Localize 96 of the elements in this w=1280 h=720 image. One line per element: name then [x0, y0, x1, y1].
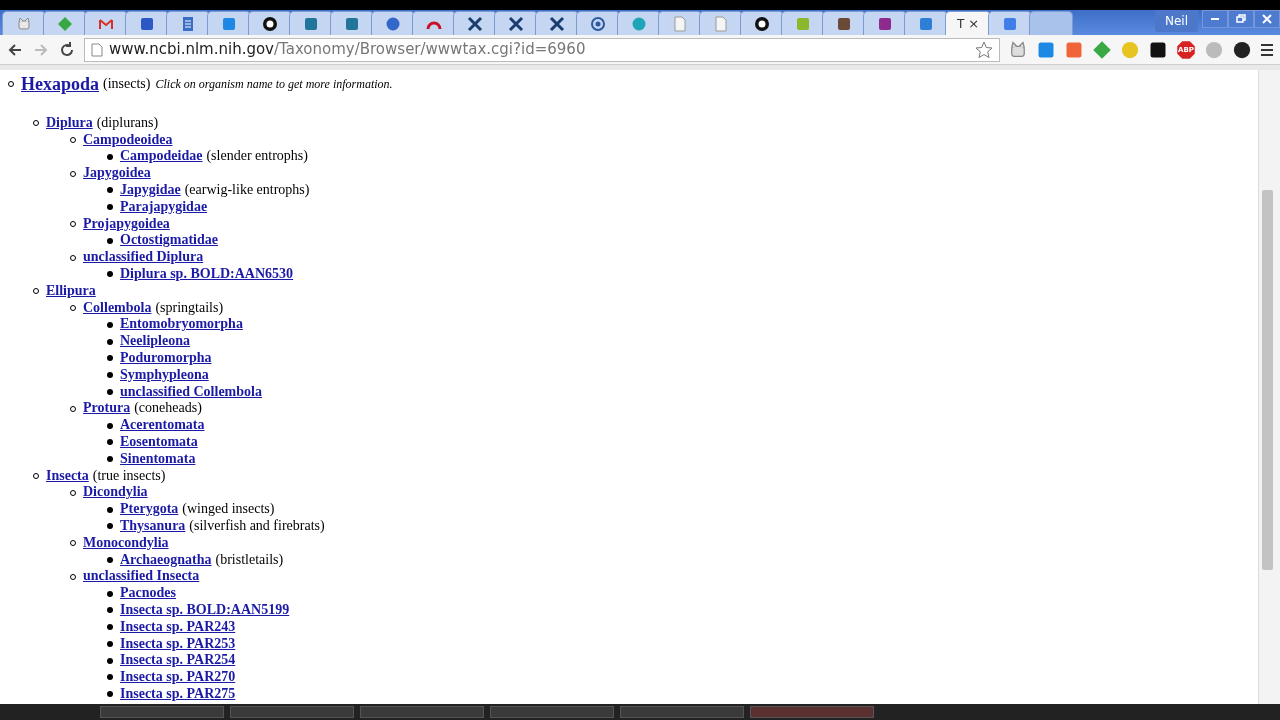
taxon-link[interactable]: Thysanura	[120, 517, 186, 535]
common-name: (true insects)	[92, 467, 166, 485]
instruction-text: Click on organism name to get more information.	[155, 76, 393, 93]
taxon-link[interactable]: unclassified Insecta	[83, 568, 200, 586]
bullet-icon	[107, 422, 113, 429]
taxon-link[interactable]: Insecta sp. PAR254	[120, 652, 236, 670]
minimize-icon	[1208, 18, 1222, 20]
bullet-icon	[107, 372, 113, 379]
common-name: (silverfish and firebrats)	[189, 517, 325, 535]
taxon-link[interactable]: Symphypleona	[120, 366, 209, 384]
bullet-icon	[107, 388, 113, 395]
bullet-icon	[107, 355, 113, 362]
bullet-icon	[107, 439, 113, 446]
taxon-link[interactable]: Collembola	[83, 299, 152, 317]
taxon-link[interactable]: Japygidae	[120, 182, 181, 199]
taxon-link[interactable]: Entomobryomorpha	[120, 316, 243, 334]
menu-icon[interactable]	[1260, 42, 1274, 57]
url-text: www.ncbi.nlm.nih.gov/Taxonomy/Browser/wwwtax.cgi?id=6960	[109, 39, 587, 61]
taxon-link[interactable]: Insecta sp. PAR270	[120, 669, 236, 686]
common-name: (insects)	[103, 76, 151, 93]
star-icon[interactable]	[975, 40, 993, 59]
bullet-icon	[107, 556, 113, 563]
taxon-link[interactable]: Dicondylia	[83, 484, 148, 502]
profile-button[interactable]: Neil	[1154, 10, 1198, 32]
taxon-link[interactable]: Acerentomata	[120, 417, 205, 434]
common-name: (winged insects)	[182, 501, 275, 518]
taxon-link[interactable]: Protura	[83, 400, 131, 418]
taxon-link[interactable]: Projapygoidea	[83, 215, 170, 233]
taxon-link[interactable]: Japygoidea	[83, 165, 151, 182]
bullet-icon	[107, 691, 113, 698]
browser-tab[interactable]	[494, 11, 538, 35]
octagon-icon[interactable]	[1176, 39, 1196, 60]
bullet-icon	[107, 271, 113, 278]
minimize-button[interactable]	[1202, 10, 1228, 28]
taxon-link[interactable]: Pterygota	[120, 501, 179, 518]
browser-tab[interactable]	[248, 11, 292, 35]
browser-tab[interactable]	[740, 11, 784, 35]
taxon-link[interactable]: Poduromorpha	[120, 349, 212, 367]
taxon-link[interactable]: Insecta sp. PAR243	[120, 618, 236, 636]
taxon-link[interactable]: unclassified Diplura	[83, 249, 204, 266]
bullet-icon	[107, 321, 113, 328]
taxon-link[interactable]: Insecta	[46, 467, 89, 485]
bullet-icon	[107, 523, 113, 530]
taxon-link[interactable]: Archaeognatha	[120, 551, 212, 569]
bullet-icon	[107, 338, 113, 345]
address-bar[interactable]: www.ncbi.nlm.nih.gov/Taxonomy/Browser/wwwtax.cgi?id=6960	[84, 37, 1000, 62]
taxon-link[interactable]: Eosentomata	[120, 433, 198, 451]
reload-button[interactable]	[58, 40, 76, 59]
browser-tab[interactable]	[453, 11, 497, 35]
bullet-icon	[107, 674, 113, 681]
taxon-link[interactable]: Hexapoda	[21, 76, 99, 93]
common-name: (springtails)	[155, 299, 224, 317]
scrollbar-thumb[interactable]	[1262, 190, 1273, 570]
taxon-link[interactable]: Campodeoidea	[83, 131, 173, 149]
cat-face-icon[interactable]	[1008, 39, 1028, 60]
taxon-link[interactable]: Sinentomata	[120, 450, 196, 468]
taxon-link[interactable]: Diplura sp. BOLD:AAN6530	[120, 265, 294, 283]
bullet-icon	[107, 237, 113, 244]
restore-button[interactable]	[1228, 10, 1254, 28]
bullet-icon	[107, 456, 113, 463]
bullet-icon	[107, 204, 113, 211]
bullet-icon	[107, 590, 113, 597]
taxon-link[interactable]: Campodeidae	[120, 148, 203, 166]
diamond-icon[interactable]	[1092, 39, 1112, 60]
taxon-link[interactable]: Ellipura	[46, 282, 96, 300]
common-name: (coneheads)	[134, 400, 202, 418]
bullet-icon	[107, 657, 113, 664]
taxon-link[interactable]: Insecta sp. BOLD:AAN5199	[120, 601, 290, 619]
taxon-link[interactable]: Octostigmatidae	[120, 232, 218, 250]
close-tab-button[interactable]: ×	[968, 17, 980, 30]
close-button[interactable]	[1254, 10, 1280, 28]
taxon-link[interactable]: Insecta sp. PAR275	[120, 685, 236, 703]
taxon-link[interactable]: Neelipleona	[120, 333, 190, 350]
bullet-icon	[107, 187, 113, 194]
taxon-link[interactable]: Insecta sp. PAR253	[120, 635, 236, 653]
restore-icon	[1234, 12, 1248, 26]
close-icon	[1260, 12, 1274, 26]
scrollbar[interactable]	[1258, 70, 1280, 704]
browser-tab[interactable]	[535, 11, 579, 35]
bullet-icon	[107, 624, 113, 631]
bullet-icon	[107, 640, 113, 647]
taxon-link[interactable]: Diplura	[46, 114, 93, 132]
common-name: (slender entrophs)	[206, 148, 308, 166]
page-icon	[91, 42, 103, 57]
browser-tab[interactable]: T ×	[945, 11, 991, 35]
bullet-icon	[107, 506, 113, 513]
bullet-icon	[107, 607, 113, 614]
taxon-link[interactable]: Monocondylia	[83, 534, 169, 552]
taxon-link[interactable]: unclassified Collembola	[120, 383, 262, 401]
taxon-link[interactable]: Parajapygidae	[120, 198, 208, 216]
common-name: (earwig-like entrophs)	[184, 182, 310, 199]
common-name: (bristletails)	[215, 551, 284, 569]
common-name: (diplurans)	[96, 114, 159, 132]
bullet-icon	[107, 153, 113, 160]
circle-icon[interactable]	[1232, 39, 1252, 60]
taxon-link[interactable]: Pacnodes	[120, 585, 176, 602]
